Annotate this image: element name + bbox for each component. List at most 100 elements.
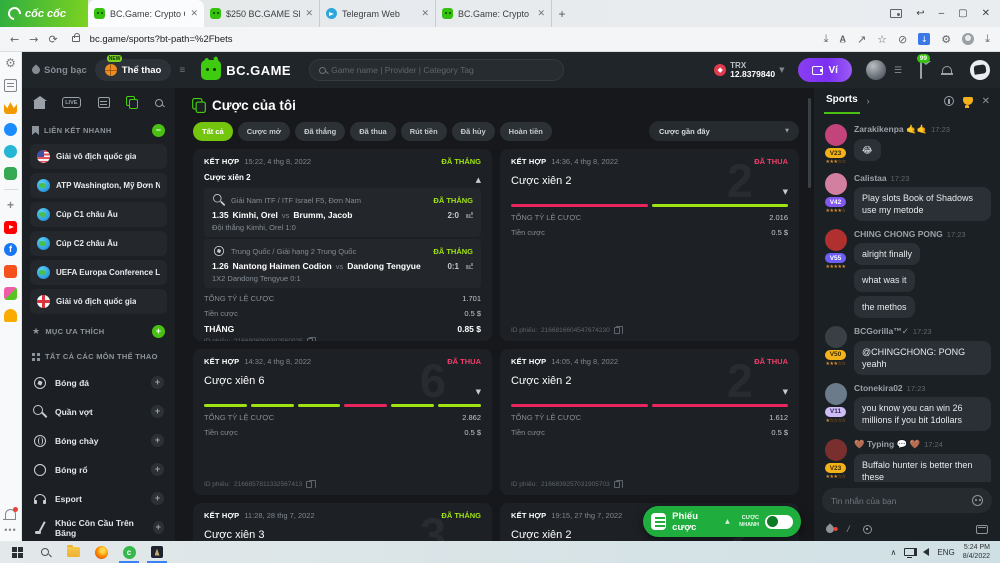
expand-caret-icon[interactable]: ▼ [476, 388, 481, 396]
browser-tab[interactable]: Telegram Web ✕ [320, 0, 436, 27]
filter-pill[interactable]: Cược mở [238, 122, 290, 141]
trophy-icon[interactable] [963, 97, 973, 105]
account-menu-icon[interactable]: ☰ [894, 65, 902, 76]
profile-avatar-icon[interactable] [962, 33, 974, 45]
sport-add-button[interactable]: + [151, 434, 164, 447]
chat-input[interactable] [831, 496, 972, 506]
tray-chevron-icon[interactable]: ∧ [891, 548, 897, 557]
site-bell-icon[interactable] [942, 66, 952, 75]
collapse-menu-icon[interactable]: ≡ [179, 65, 185, 76]
wallet-button[interactable]: Ví [798, 58, 851, 82]
url-text[interactable]: bc.game/sports?bt-path=%2Fbets [90, 34, 814, 45]
sport-item[interactable]: Quần vợt + [30, 397, 167, 426]
extensions-icon[interactable]: ⚙ [941, 33, 951, 46]
commands-icon[interactable]: / [847, 524, 850, 534]
reload-button[interactable]: ⟳ [48, 33, 57, 46]
copy-icon[interactable] [614, 481, 620, 488]
window-close-button[interactable]: ✕ [982, 8, 990, 19]
translate-icon[interactable]: A̲ [839, 34, 846, 44]
minimize-button[interactable]: – [939, 8, 945, 19]
crown-icon[interactable] [4, 101, 17, 114]
quick-link-item[interactable]: Giải vô địch quốc gia [30, 289, 167, 314]
back-button[interactable]: ← [10, 33, 19, 46]
shopping-app-icon[interactable] [4, 265, 17, 278]
save-page-icon[interactable]: ⤓ [824, 32, 829, 46]
live-icon[interactable]: LIVE [62, 97, 81, 108]
maximize-button[interactable]: ▢ [958, 8, 967, 19]
bet-card[interactable]: KẾT HỢP 14:05, 4 thg 8, 2022 ĐÃ THUA 2 C… [500, 349, 799, 495]
rain-icon[interactable] [824, 523, 835, 534]
messenger-icon[interactable] [4, 123, 17, 136]
balance-selector[interactable]: ◆ TRX 12.8379840 ▼ [714, 62, 784, 79]
cast-icon[interactable] [890, 9, 902, 18]
emoji-icon[interactable] [972, 495, 983, 506]
forward-button[interactable]: → [29, 33, 38, 46]
casino-nav[interactable]: Sòng bạc [32, 65, 87, 76]
chat-input-wrap[interactable] [822, 488, 992, 513]
facebook-icon[interactable]: f [4, 243, 17, 256]
sport-item[interactable]: Bóng rổ + [30, 455, 167, 484]
bet-card[interactable]: KẾT HỢP 14:36, 4 thg 8, 2022 ĐÃ THUA 2 C… [500, 149, 799, 341]
info-icon[interactable] [944, 96, 954, 106]
chevron-right-icon[interactable]: › [867, 96, 870, 106]
stats-chart-icon[interactable] [466, 212, 473, 218]
favorites-add-button[interactable]: + [152, 325, 165, 338]
filter-pill[interactable]: Tất cả [193, 122, 233, 141]
file-explorer-icon[interactable] [60, 541, 86, 563]
my-bets-icon[interactable] [126, 96, 138, 109]
sort-dropdown[interactable]: Cược gần đây ▼ [649, 121, 799, 141]
bookmark-star-icon[interactable]: ☆ [877, 33, 887, 46]
main-scrollbar[interactable] [808, 98, 811, 188]
coccoc-taskbar-icon[interactable]: c [116, 541, 142, 563]
reading-list-icon[interactable] [4, 79, 17, 92]
youtube-icon[interactable] [4, 221, 17, 234]
quick-link-item[interactable]: Cúp C1 châu Âu [30, 202, 167, 227]
sport-item[interactable]: Esport + [30, 484, 167, 513]
chat-messages[interactable]: V23 ★★★☆☆ Zarakikenpa 🤙🤙17:23 😂 V42 [814, 114, 1000, 482]
close-icon[interactable]: ✕ [982, 96, 990, 107]
quick-link-item[interactable]: Cúp C2 châu Âu [30, 231, 167, 256]
bcgame-logo[interactable]: BC.GAME [201, 60, 291, 80]
sport-add-button[interactable]: + [151, 405, 164, 418]
language-indicator[interactable]: ENG [937, 548, 954, 557]
game-client-icon[interactable] [144, 541, 170, 563]
sport-item[interactable]: Bóng chày + [30, 426, 167, 455]
settings-gear-icon[interactable]: ⚙ [4, 57, 17, 70]
explore-icon[interactable] [863, 525, 872, 534]
sport-item[interactable]: Khúc Côn Cầu Trên Băng + [30, 513, 167, 541]
theme-app-icon[interactable] [4, 287, 17, 300]
game-search[interactable] [309, 59, 564, 81]
downloads-icon[interactable]: ⤓ [985, 32, 990, 46]
tab-sports[interactable]: Sports [824, 88, 860, 114]
tab-close-icon[interactable]: ✕ [305, 9, 313, 19]
tab-close-icon[interactable]: ✕ [421, 9, 429, 19]
collapse-caret-icon[interactable]: ▲ [476, 176, 481, 184]
start-button[interactable] [4, 541, 30, 563]
inbox-button[interactable]: 99 [920, 61, 922, 79]
expand-caret-icon[interactable]: ▼ [783, 388, 788, 396]
sports-nav[interactable]: NEW Thể thao [95, 59, 172, 81]
sport-add-button[interactable]: + [151, 463, 164, 476]
sport-add-button[interactable]: + [151, 376, 164, 389]
browser-tab[interactable]: $250 BC.GAME SPORTS PARL ✕ [204, 0, 320, 27]
filter-pill[interactable]: Đã hủy [452, 122, 495, 141]
bird-app-icon[interactable] [4, 145, 17, 158]
betslip-button[interactable]: Phiếu cược ▲ CƯỢC NHANH [643, 506, 801, 537]
search-input[interactable] [331, 65, 554, 75]
volume-icon[interactable] [923, 548, 929, 556]
add-shortcut-icon[interactable]: + [4, 199, 17, 212]
copy-icon[interactable] [306, 481, 312, 488]
adblock-shield-icon[interactable]: ⊘ [898, 33, 907, 46]
tab-close-icon[interactable]: ✕ [190, 9, 198, 19]
filter-pill[interactable]: Đã thua [350, 122, 396, 141]
lamp-app-icon[interactable] [4, 309, 17, 322]
expand-caret-icon[interactable]: ▼ [783, 188, 788, 196]
more-options-icon[interactable]: ••• [4, 525, 16, 535]
notification-bell-icon[interactable] [5, 509, 16, 519]
chat-toggle-button[interactable] [970, 60, 990, 80]
filter-pill[interactable]: Đã thắng [295, 122, 345, 141]
filter-pill[interactable]: Hoàn tiền [500, 122, 552, 141]
user-avatar[interactable] [866, 60, 886, 80]
schedule-icon[interactable] [98, 97, 110, 108]
sidebar-search-icon[interactable] [155, 99, 163, 107]
